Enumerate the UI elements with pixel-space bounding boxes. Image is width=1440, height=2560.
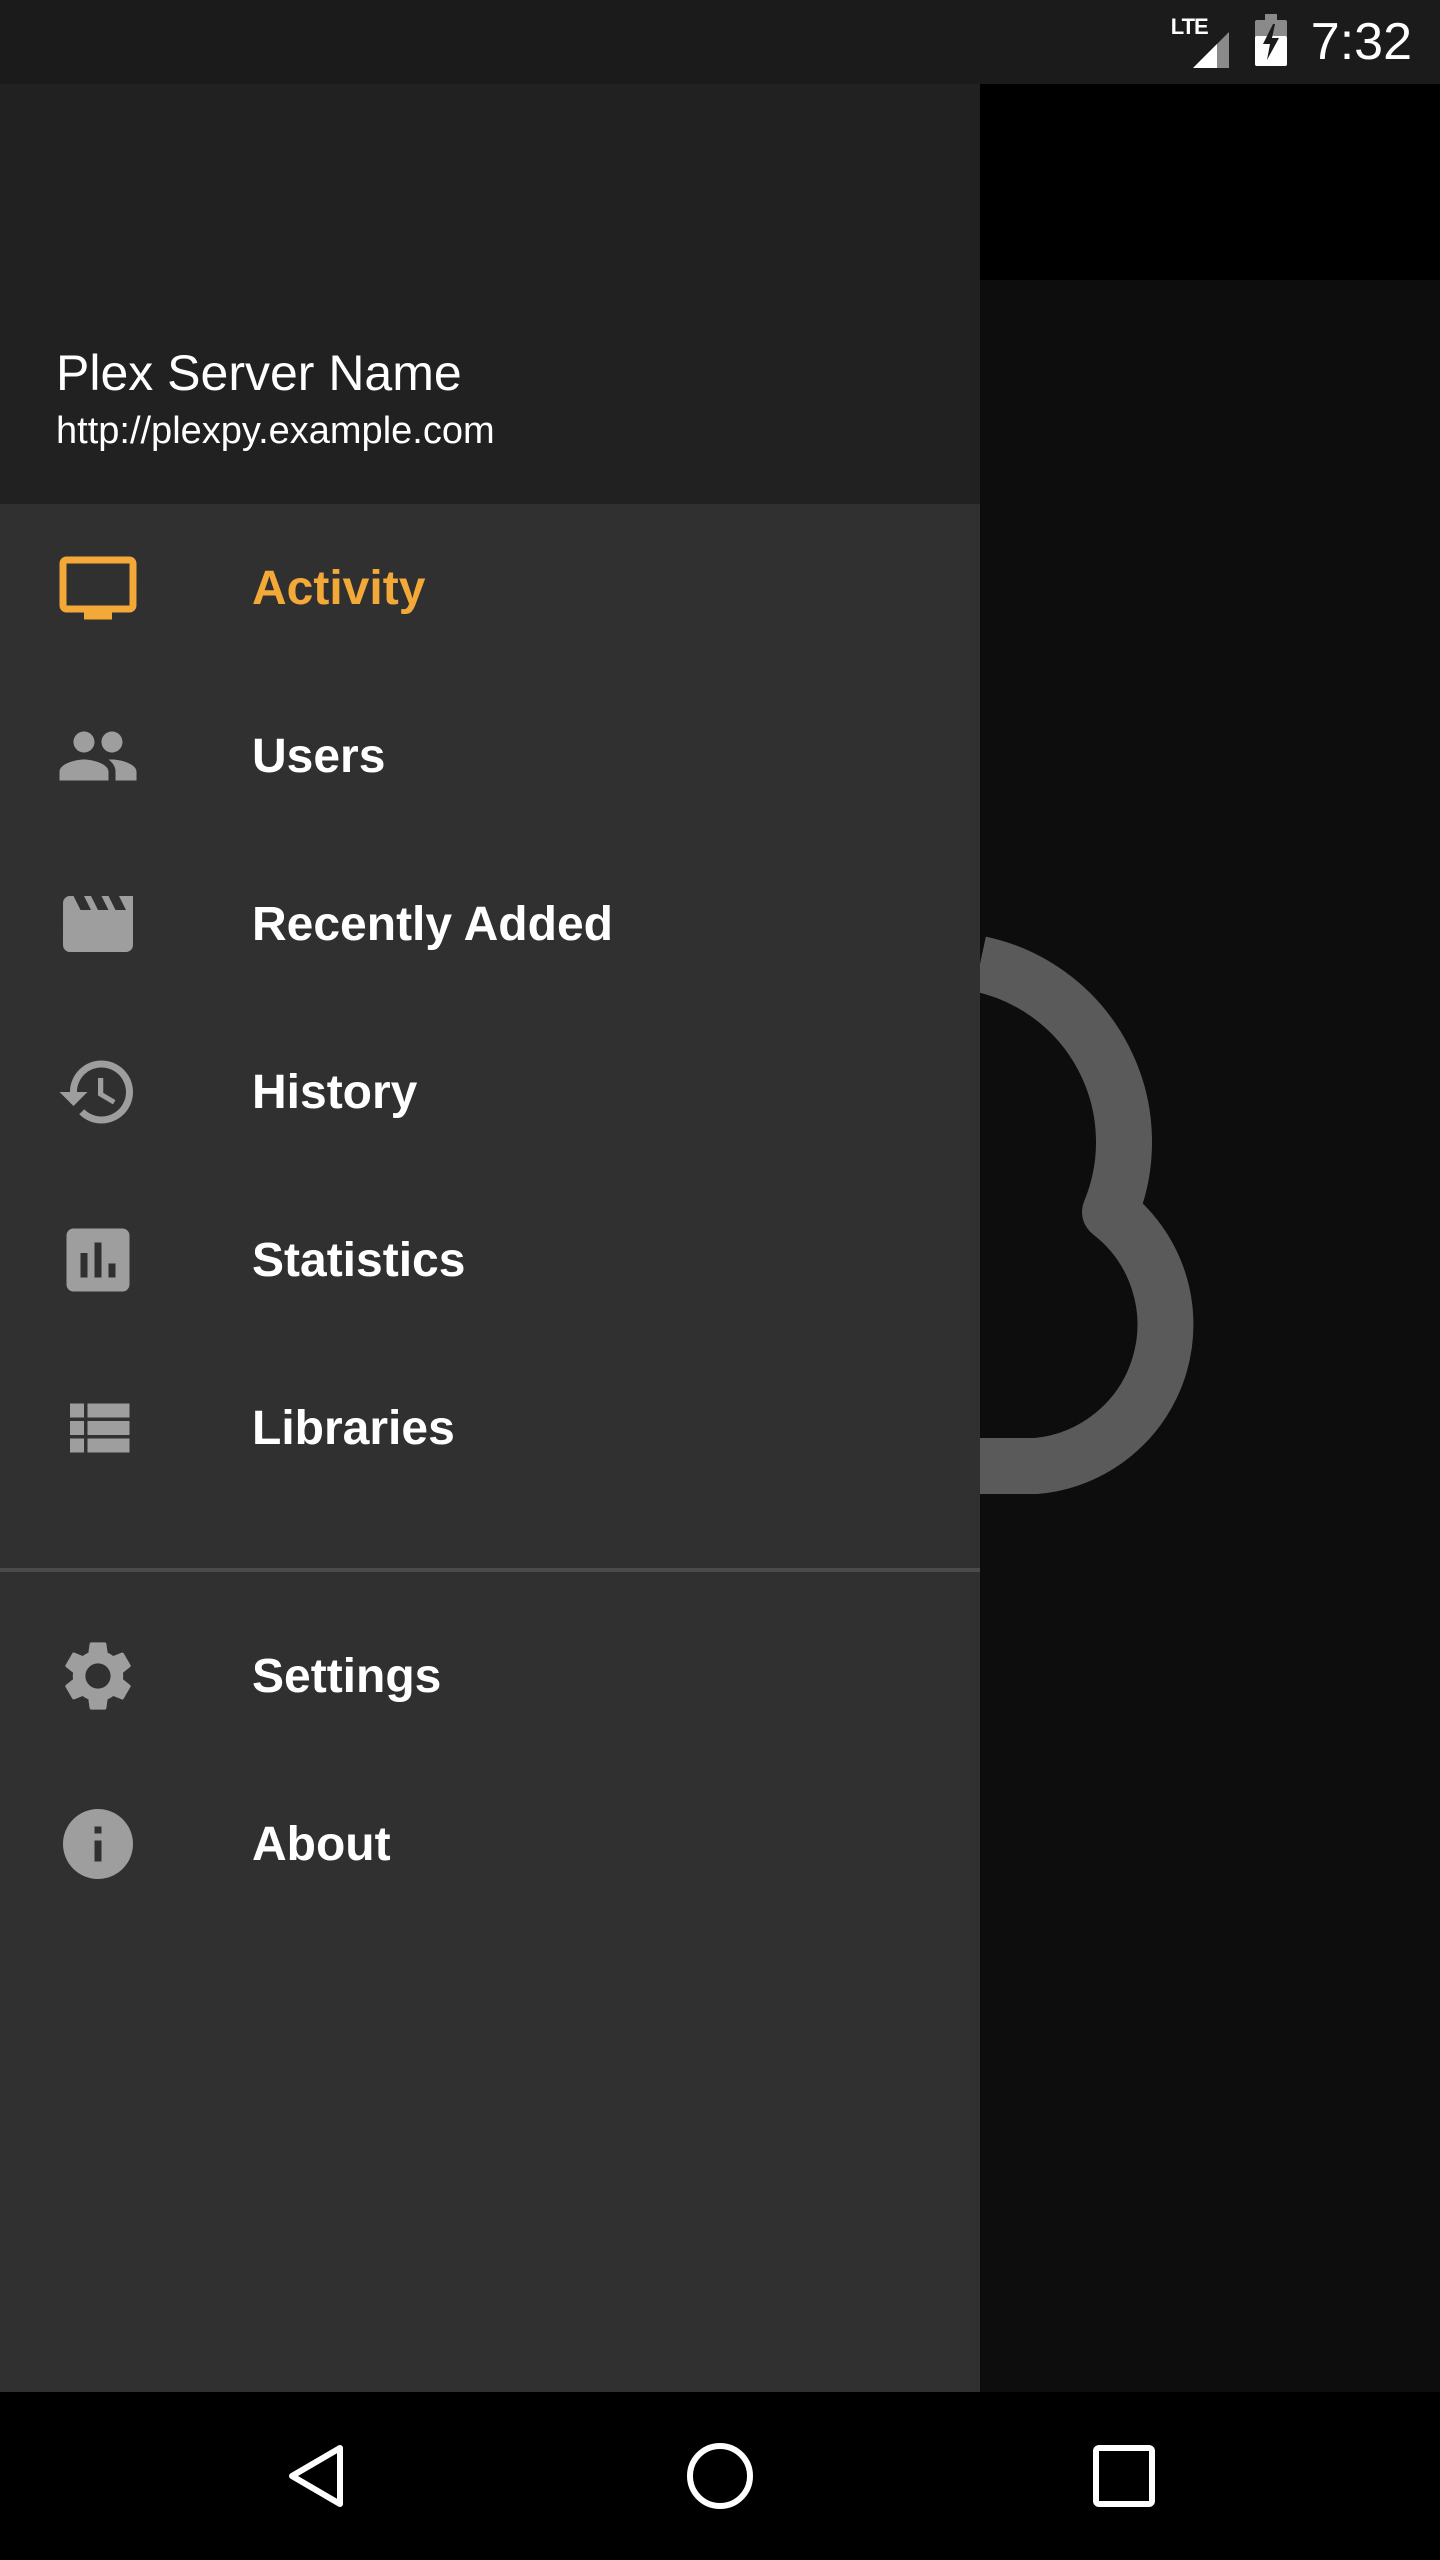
menu-item-label: Libraries <box>252 1401 455 1455</box>
menu-item-recently-added[interactable]: Recently Added <box>0 840 980 1008</box>
menu-item-label: Settings <box>252 1649 442 1703</box>
server-name: Plex Server Name <box>56 345 462 401</box>
menu-item-activity[interactable]: Activity <box>0 504 980 672</box>
menu-item-users[interactable]: Users <box>0 672 980 840</box>
menu-item-label: Recently Added <box>252 897 613 951</box>
menu-item-label: Activity <box>252 561 426 615</box>
bar-chart-icon <box>56 1218 140 1302</box>
menu-item-settings[interactable]: Settings <box>0 1592 980 1760</box>
gear-icon <box>56 1634 140 1718</box>
tv-icon <box>56 546 140 630</box>
navigation-drawer: Plex Server Name http://plexpy.example.c… <box>0 84 980 2392</box>
menu-item-label: Statistics <box>252 1233 466 1287</box>
back-icon[interactable] <box>274 2434 358 2518</box>
server-url: http://plexpy.example.com <box>56 410 495 452</box>
lte-signal-icon: LTE <box>1171 14 1231 70</box>
status-bar: LTE 7:32 <box>0 0 1440 84</box>
home-icon[interactable] <box>678 2434 762 2518</box>
menu-item-about[interactable]: About <box>0 1760 980 1928</box>
menu-item-libraries[interactable]: Libraries <box>0 1344 980 1512</box>
drawer-header: Plex Server Name http://plexpy.example.c… <box>0 84 980 504</box>
battery-charging-icon <box>1253 12 1289 73</box>
menu-item-label: About <box>252 1817 391 1871</box>
history-icon <box>56 1050 140 1134</box>
drawer-menu: Activity Users Recently Added History St <box>0 504 980 1928</box>
people-icon <box>56 714 140 798</box>
menu-item-statistics[interactable]: Statistics <box>0 1176 980 1344</box>
menu-divider <box>0 1568 980 1572</box>
system-nav-bar <box>0 2392 1440 2560</box>
status-time: 7:32 <box>1310 13 1412 71</box>
recents-icon[interactable] <box>1082 2434 1166 2518</box>
menu-item-label: Users <box>252 729 386 783</box>
list-icon <box>56 1386 140 1470</box>
menu-item-history[interactable]: History <box>0 1008 980 1176</box>
menu-item-label: History <box>252 1065 418 1119</box>
info-icon <box>56 1802 140 1886</box>
movie-clapper-icon <box>56 882 140 966</box>
